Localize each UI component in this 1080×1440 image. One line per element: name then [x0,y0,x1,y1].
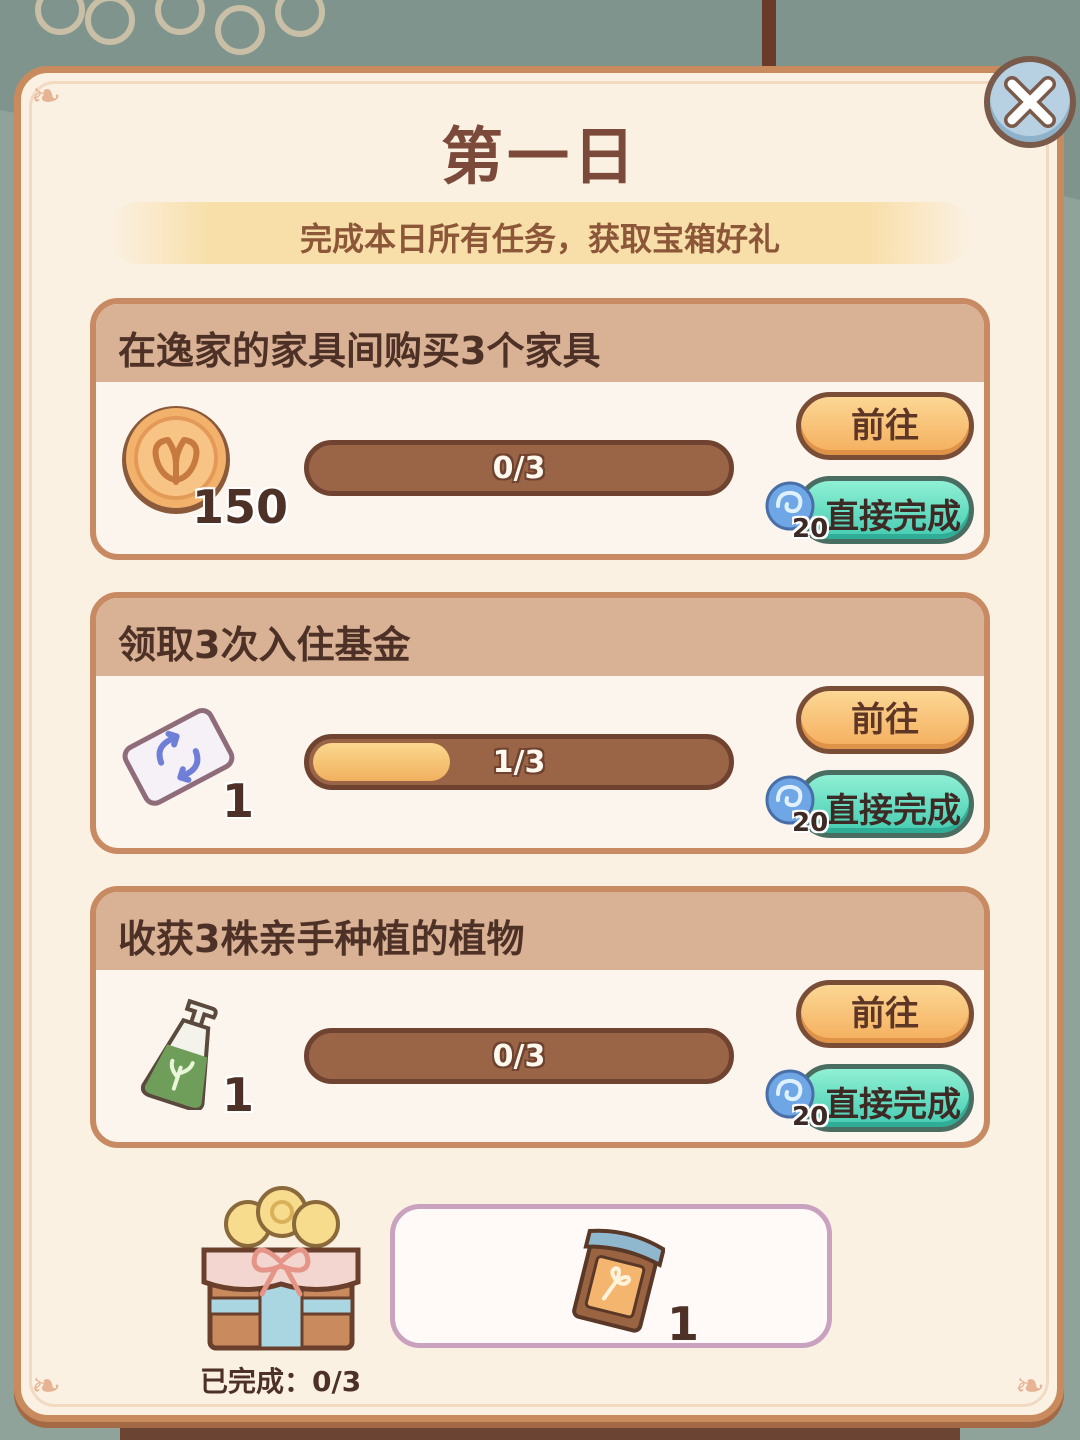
task-card: 收获3株亲手种植的植物 1 0/3 前往 直接完成 20 [90,886,990,1148]
gem-cost: 20 [792,514,829,544]
progress-text: 1/3 [492,745,546,780]
gem-cost: 20 [792,1102,829,1132]
task-title: 收获3株亲手种植的植物 [118,917,525,961]
subtitle-banner: 完成本日所有任务，获取宝箱好礼 [108,202,972,264]
reward-count: 150 [192,480,289,534]
corner-ornament-icon: ❧ [1014,1366,1045,1407]
task-card: 领取3次入住基金 1 1/3 前往 直接完成 20 [90,592,990,854]
progress-bar: 0/3 [304,1028,734,1084]
instant-complete-label: 直接完成 [825,1085,961,1125]
chest-completion-status: 已完成：0/3 [200,1365,362,1398]
reward-count: 1 [222,1068,255,1122]
go-button[interactable]: 前往 [796,686,974,754]
go-button[interactable]: 前往 [796,392,974,460]
task-title: 在逸家的家具间购买3个家具 [118,329,601,373]
task-card: 在逸家的家具间购买3个家具 150 0/3 前往 直接完成 20 [90,298,990,560]
fertilizer-bottle-icon [140,998,218,1110]
progress-text: 0/3 [492,451,546,486]
gem-cost: 20 [792,808,829,838]
task-header: 收获3株亲手种植的植物 [96,892,984,970]
instant-complete-label: 直接完成 [825,497,961,537]
reward-count: 1 [222,774,255,828]
refresh-ticket-icon [122,708,235,806]
dialog-subtitle: 完成本日所有任务，获取宝箱好礼 [299,220,780,258]
final-reward-count: 1 [667,1297,700,1351]
corner-ornament-icon: ❧ [31,1366,62,1407]
instant-complete-label: 直接完成 [825,791,961,831]
gift-chest-icon[interactable] [196,1186,366,1356]
task-header: 在逸家的家具间购买3个家具 [96,304,984,382]
task-header: 领取3次入住基金 [96,598,984,676]
dialog-title: 第一日 [440,120,639,193]
go-button[interactable]: 前往 [796,980,974,1048]
task-title: 领取3次入住基金 [118,623,411,667]
final-reward-slot[interactable]: 1 [390,1204,832,1351]
progress-text: 0/3 [492,1039,546,1074]
progress-bar: 1/3 [304,734,734,790]
progress-bar: 0/3 [304,440,734,496]
scroll-card-icon [572,1228,665,1333]
